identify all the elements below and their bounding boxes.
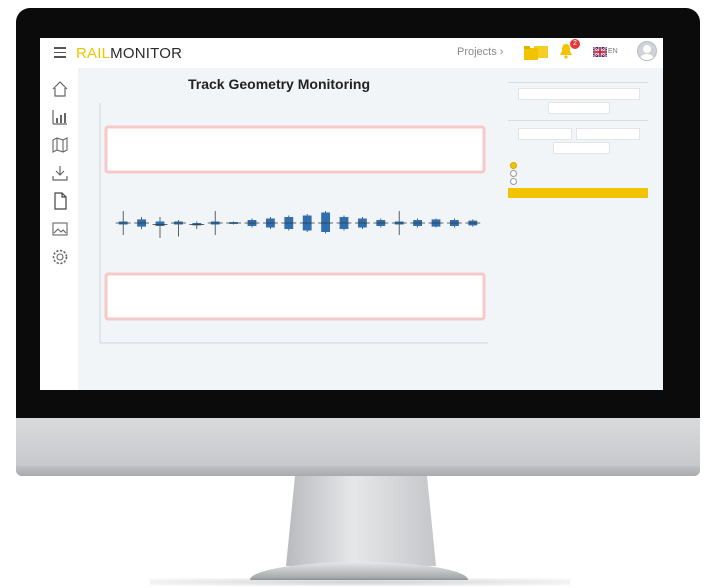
download-icon[interactable] — [51, 164, 69, 182]
uk-flag-icon[interactable] — [593, 47, 607, 57]
monitor-chin — [16, 418, 700, 476]
brand-logo[interactable]: RAILMONITOR — [76, 45, 182, 62]
home-icon[interactable] — [51, 80, 69, 98]
avatar[interactable] — [637, 41, 657, 61]
threshold-band — [104, 125, 486, 174]
brand-rail: RAIL — [76, 45, 111, 62]
panel-divider — [508, 82, 648, 83]
radio-option-2[interactable] — [510, 170, 517, 177]
sidebar — [40, 68, 78, 390]
radio-option-1[interactable] — [510, 162, 517, 169]
map-icon[interactable] — [51, 136, 69, 154]
language-label[interactable]: EN — [608, 48, 618, 55]
select-button[interactable] — [548, 102, 610, 114]
notification-badge: 2 — [570, 39, 580, 49]
top-bar: RAILMONITOR Projects › 2 EN — [40, 38, 663, 68]
brand-monitor: MONITOR — [110, 45, 183, 62]
panel-divider — [508, 120, 648, 121]
document-icon[interactable] — [51, 192, 69, 210]
radio-option-3[interactable] — [510, 178, 517, 185]
box-mark — [321, 212, 331, 232]
screen: RAILMONITOR Projects › 2 EN Track Geomet… — [40, 38, 663, 390]
tab-right[interactable] — [576, 128, 640, 140]
apply-button[interactable] — [508, 188, 648, 198]
monitor-stand — [286, 476, 436, 566]
box-plot-chart[interactable] — [78, 93, 498, 373]
analytics-icon[interactable] — [51, 108, 69, 126]
option-button[interactable] — [553, 142, 610, 154]
folder-icon[interactable] — [524, 45, 550, 61]
box-mark — [155, 221, 165, 226]
menu-icon[interactable] — [54, 47, 66, 59]
projects-label: Projects — [457, 46, 497, 58]
page-title: Track Geometry Monitoring — [188, 76, 371, 92]
threshold-band — [104, 272, 486, 321]
tab-left[interactable] — [518, 128, 572, 140]
main-content: Track Geometry Monitoring — [78, 68, 663, 390]
monitor-shadow — [150, 578, 570, 586]
control-panel — [508, 78, 663, 378]
projects-menu[interactable]: Projects › — [457, 46, 503, 58]
date-range-field[interactable] — [518, 88, 640, 100]
image-icon[interactable] — [51, 220, 69, 238]
settings-icon[interactable] — [51, 248, 69, 266]
